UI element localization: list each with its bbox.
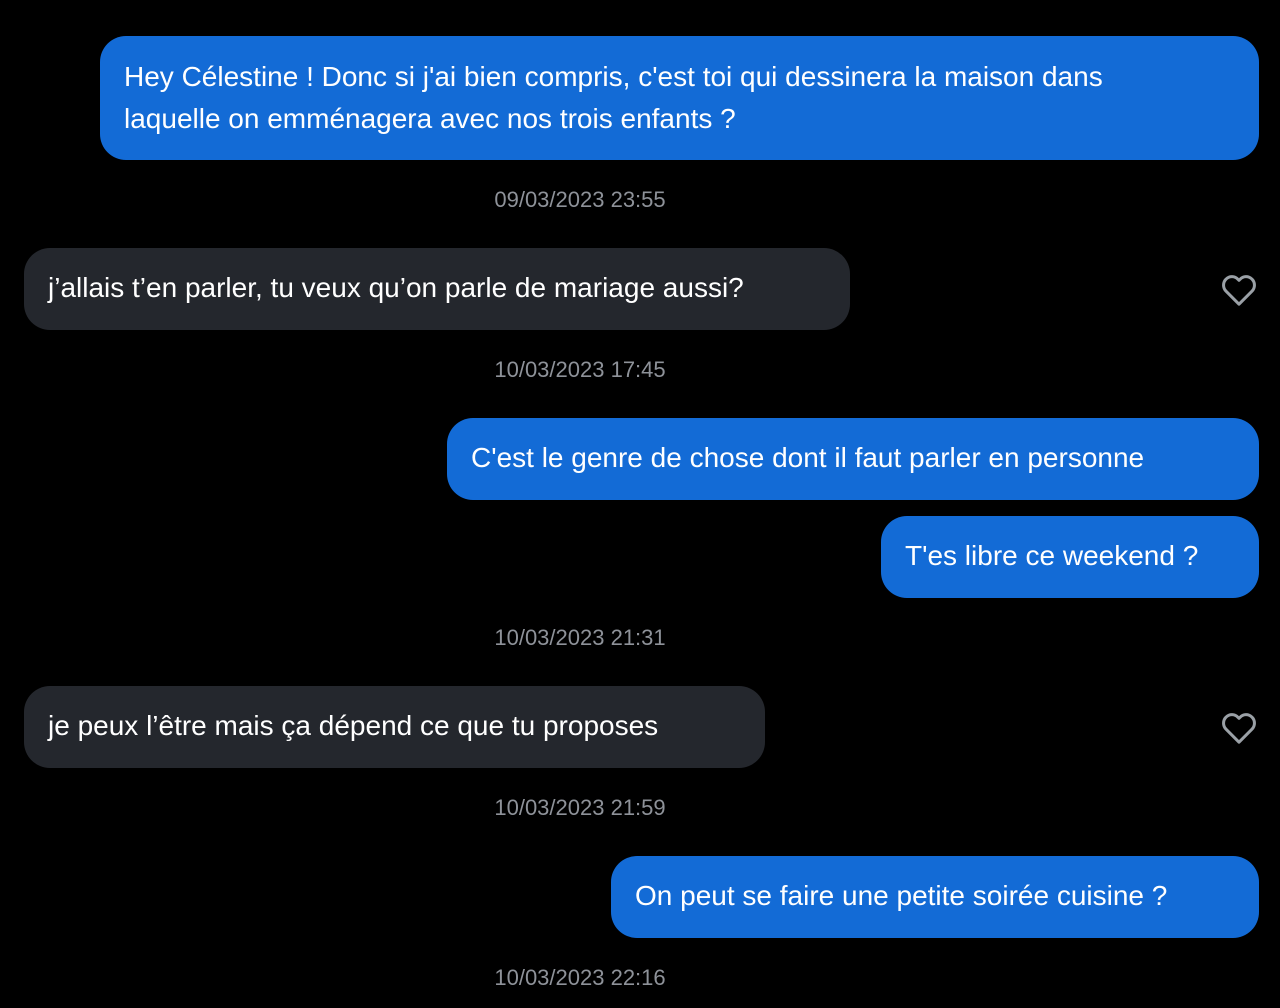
message-text: C'est le genre de chose dont il faut par… [471,442,1145,473]
message-text: T'es libre ce weekend ? [905,540,1199,571]
sent-message-bubble[interactable]: T'es libre ce weekend ? [881,516,1259,598]
heart-outline-icon[interactable] [1219,708,1259,748]
message-text: je peux l’être mais ça dépend ce que tu … [48,710,659,741]
sent-message-bubble[interactable]: On peut se faire une petite soirée cuisi… [611,856,1259,938]
sent-message-bubble[interactable]: Hey Célestine ! Donc si j'ai bien compri… [100,36,1259,160]
received-message-bubble[interactable]: j’allais t’en parler, tu veux qu’on parl… [24,248,850,330]
timestamp: 10/03/2023 21:59 [494,795,666,820]
timestamp: 10/03/2023 17:45 [494,357,666,382]
message-text: Hey Célestine ! Donc si j'ai bien compri… [124,61,1103,92]
timestamp: 10/03/2023 22:16 [494,965,666,990]
message-text: j’allais t’en parler, tu veux qu’on parl… [48,272,744,303]
heart-outline-icon[interactable] [1219,270,1259,310]
timestamp: 10/03/2023 21:31 [494,625,666,650]
received-message-bubble[interactable]: je peux l’être mais ça dépend ce que tu … [24,686,765,768]
message-text: laquelle on emménagera avec nos trois en… [124,103,736,134]
timestamp: 09/03/2023 23:55 [494,187,666,212]
message-text: On peut se faire une petite soirée cuisi… [635,880,1168,911]
sent-message-bubble[interactable]: C'est le genre de chose dont il faut par… [447,418,1259,500]
